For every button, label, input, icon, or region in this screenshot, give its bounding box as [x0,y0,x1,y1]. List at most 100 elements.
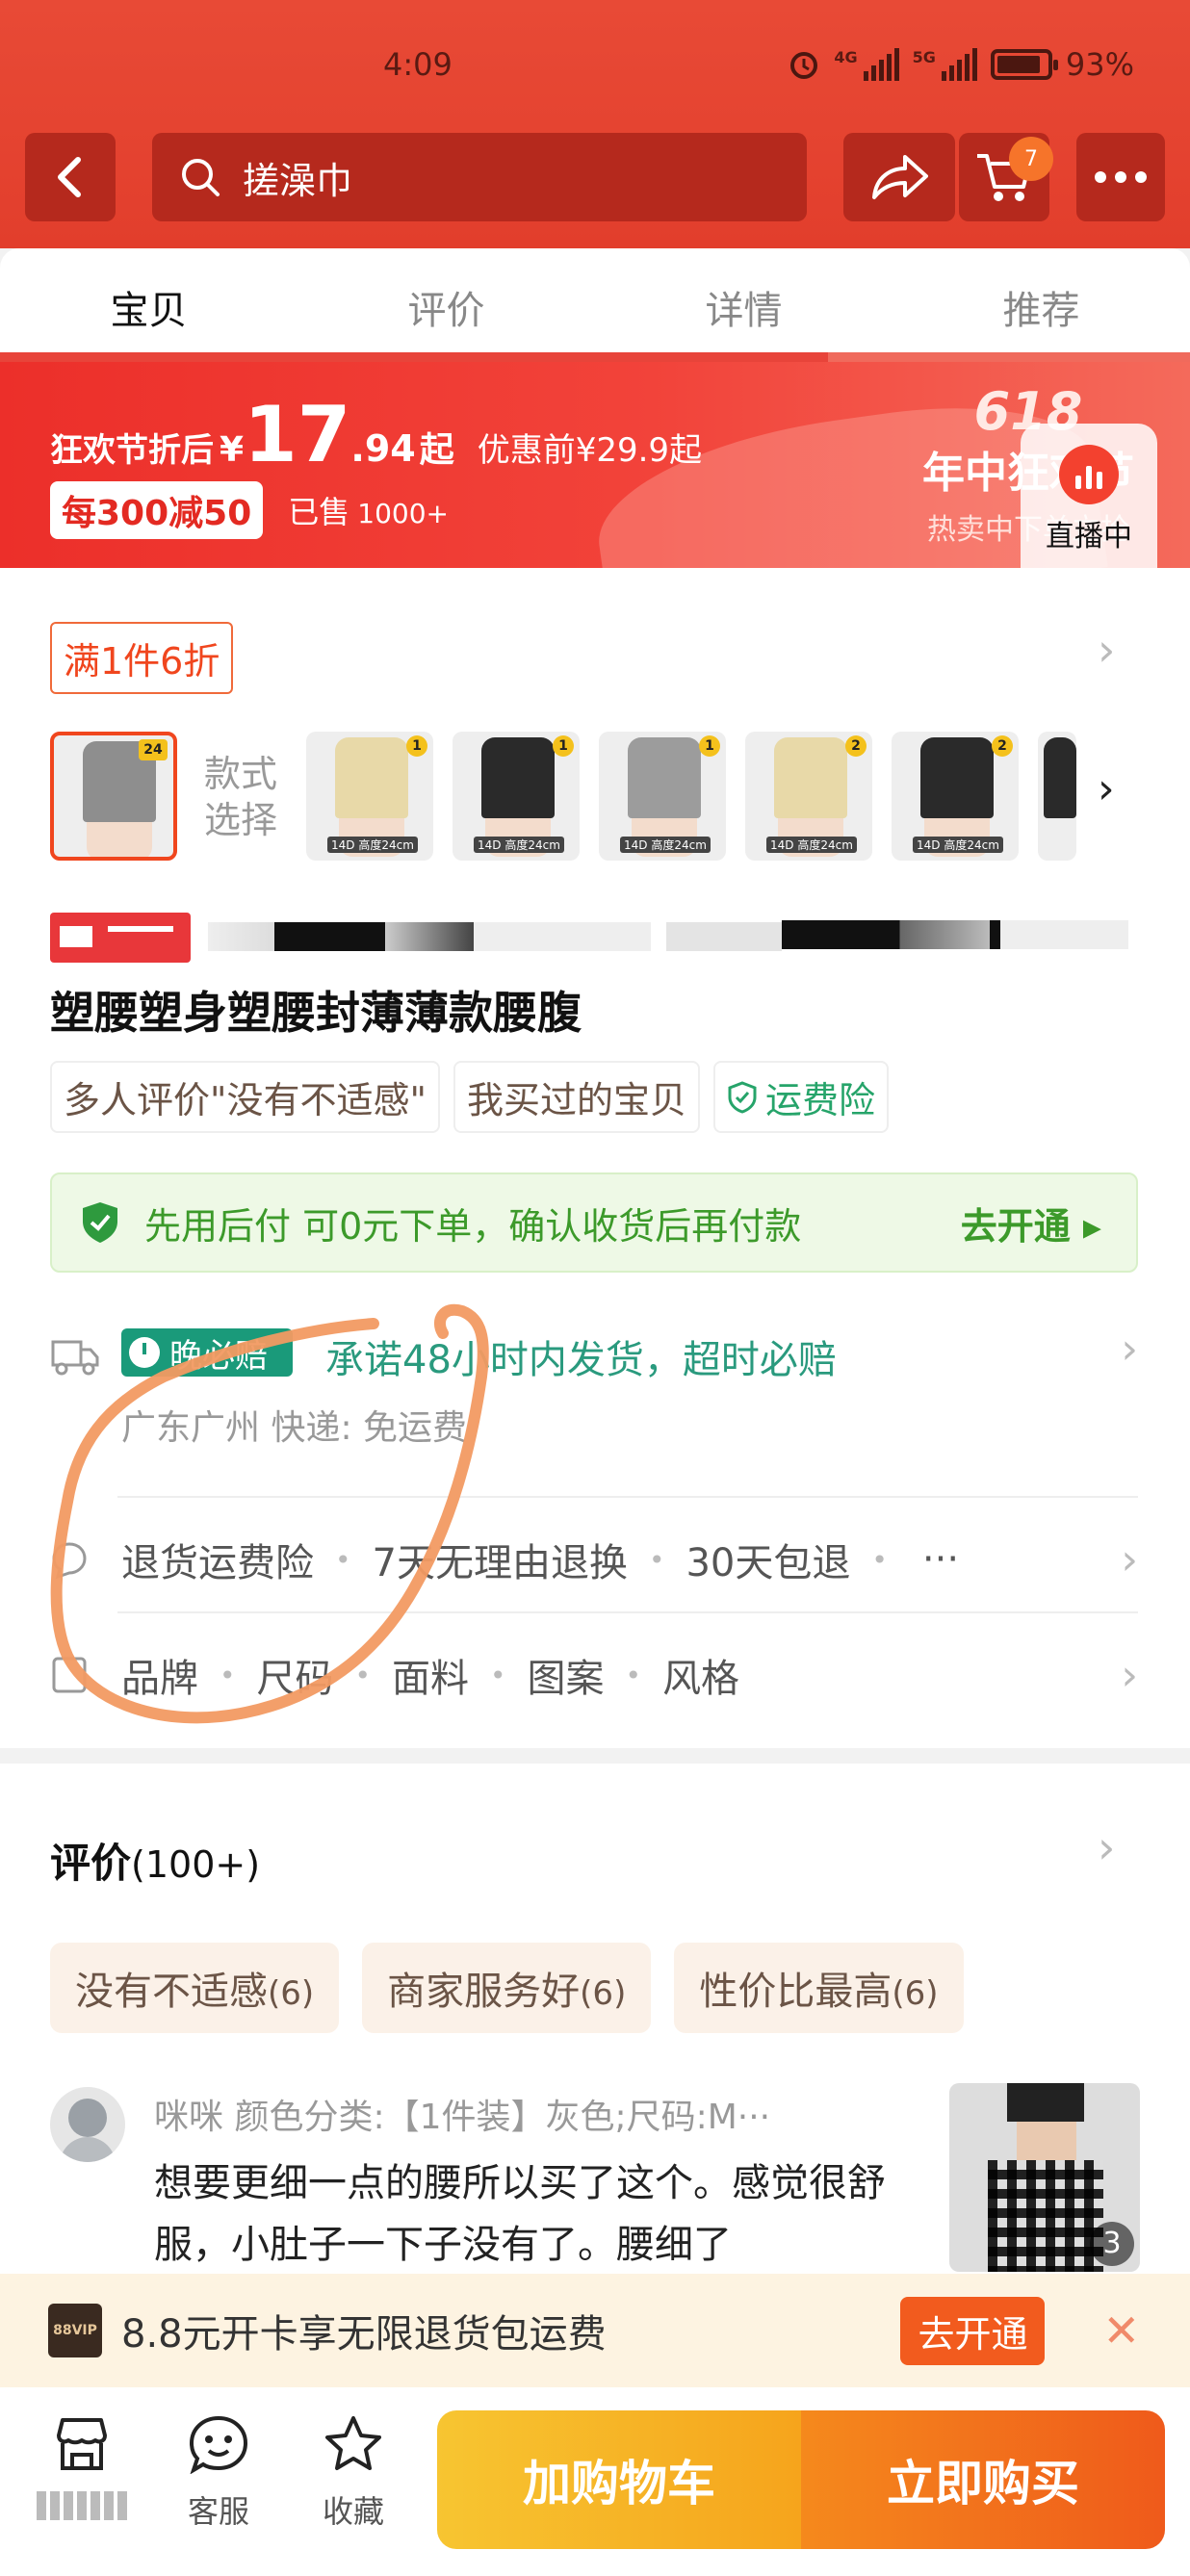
shield-check-icon [728,1080,757,1114]
style-thumb[interactable]: 24 [50,732,177,861]
share-icon [872,155,928,199]
cart-count-badge: 7 [1009,137,1053,181]
search-query: 搓澡巾 [243,159,353,202]
tab-divider [0,352,1190,362]
ship-badge: 晚必赔 [121,1328,293,1377]
coupon-badge[interactable]: 每300减50 [50,481,264,539]
back-arrow-icon [58,157,81,197]
review-image[interactable]: 3 [949,2083,1140,2272]
back-button[interactable] [25,133,116,221]
thumb-number: 1 [406,735,427,757]
chip-bought-before[interactable]: 我买过的宝贝 [453,1061,700,1133]
store-logo [50,913,191,963]
params-row[interactable]: 品牌 • 尺码 • 面料 • 图案 • 风格 › [50,1636,1138,1713]
product-title: 塑腰塑身塑腰封薄薄款腰腹 [50,987,582,1039]
reviews-title[interactable]: 评价(100+) [50,1831,260,1890]
review-image-count: 3 [1090,2222,1134,2266]
style-thumb[interactable]: 2 14D 高度24cm [745,732,872,861]
original-price: 优惠前¥29.9起 [477,431,703,470]
search-bar[interactable]: 搓澡巾 [152,133,807,221]
discount-tag[interactable]: 满1件6折 [50,622,234,694]
promo-price-line: 狂欢节折后 ¥ 17 .94 起 优惠前¥29.9起 [50,397,702,474]
thumb-number: 1 [553,735,574,757]
style-thumb[interactable]: 1 14D 高度24cm [453,732,580,861]
style-select-label[interactable]: 款式选择 [204,751,291,843]
battery-percent: 93% [1065,46,1134,83]
chevron-right-icon: › [1121,1650,1138,1700]
params-icon [50,1655,89,1695]
shipping-row[interactable]: 晚必赔 承诺48小时内发货，超时必赔 广东广州 快递: 免运费 › [50,1325,1138,1463]
chat-face-icon [189,2415,248,2475]
redacted-title-line [50,913,1128,963]
favorite-button[interactable]: 收藏 [300,2414,406,2532]
bottom-bar: 客服 收藏 加购物车 立即购买 [0,2387,1190,2576]
pay-later-banner[interactable]: 先用后付 可0元下单，确认收货后再付款 去开通 ▸ [50,1172,1138,1273]
pay-later-text: 先用后付 可0元下单，确认收货后再付款 [144,1204,802,1248]
price-decimal: .94 [350,427,416,470]
style-thumb-partial[interactable] [1038,732,1076,861]
review-tag[interactable]: 性价比最高(6) [674,1943,964,2033]
more-button[interactable] [1076,133,1165,221]
chip-shipping-insurance[interactable]: 运费险 [712,1061,889,1133]
service-row[interactable]: 退货运费险 • 7天无理由退换 • 30天包退 • ··· › [50,1521,1138,1598]
thumb-caption: 14D 高度24cm [913,837,1003,853]
alarm-icon [790,52,818,79]
chevron-right-icon[interactable]: › [1098,1821,1115,1873]
chip-review-highlight[interactable]: 多人评价"没有不适感" [50,1061,440,1133]
style-thumb[interactable]: 1 14D 高度24cm [599,732,726,861]
review-tag[interactable]: 没有不适感(6) [50,1943,340,2033]
thumb-caption: 14D 高度24cm [327,837,418,853]
service-items: 退货运费险 • 7天无理由退换 • 30天包退 • ··· [121,1537,960,1585]
review-user-line: 咪咪 颜色分类:【1件装】灰色;尺码:M··· [154,2098,771,2137]
thumb-number: 2 [992,735,1013,757]
style-thumb[interactable]: 1 14D 高度24cm [306,732,433,861]
tab-details[interactable]: 详情 [595,248,892,354]
pay-later-cta[interactable]: 去开通 ▸ [961,1197,1101,1249]
ship-promise: 承诺48小时内发货，超时必赔 [325,1338,837,1382]
vip-text: 8.8元开卡享无限退货包运费 [121,2312,607,2357]
buy-now-button[interactable]: 立即购买 [801,2410,1165,2549]
shop-icon [57,2418,107,2470]
add-to-cart-button[interactable]: 加购物车 [437,2410,801,2549]
signal-4g-icon: 4G [834,48,899,81]
status-time: 4:09 [383,46,453,83]
live-bars-icon [1059,445,1119,504]
thumb-caption: 14D 高度24cm [474,837,564,853]
chevron-right-icon[interactable]: › [1098,624,1115,676]
product-card: 满1件6折 › 24 1 14D 高度24cm 1 14D 高度24cm 1 1… [0,568,1190,1748]
tag-chips: 多人评价"没有不适感" 我买过的宝贝 运费险 [50,1061,889,1133]
close-icon[interactable]: ✕ [1102,2305,1140,2357]
favorite-label: 收藏 [322,2493,384,2530]
customer-service-button[interactable]: 客服 [166,2414,272,2532]
chevron-right-icon: › [1121,1534,1138,1584]
share-button[interactable] [843,133,955,221]
price-currency: ¥ [220,430,245,470]
review-text[interactable]: 想要更细一点的腰所以买了这个。感觉很舒服，小肚子一下子没有了。腰细了 [154,2152,924,2276]
promo-coupon-line: 每300减50 已售 1000+ [50,481,449,539]
ship-origin: 广东广州 快递: 免运费 [121,1408,468,1448]
star-icon [325,2416,381,2470]
tab-recommend[interactable]: 推荐 [892,248,1190,354]
search-icon [179,156,221,198]
tab-reviews[interactable]: 评价 [298,248,595,354]
tab-item[interactable]: 宝贝 [0,248,298,354]
thumb-caption: 14D 高度24cm [620,837,711,853]
chevron-right-icon: › [1121,1325,1138,1374]
style-thumb[interactable]: 2 14D 高度24cm [892,732,1019,861]
battery-icon [990,49,1058,80]
vip-logo: 88VIP [48,2304,102,2357]
shop-button[interactable] [29,2414,135,2520]
param-items: 品牌 • 尺码 • 面料 • 图案 • 风格 [121,1657,740,1701]
thumb-number: 1 [699,735,720,757]
price-integer: 17 [244,390,351,479]
signal-5g-icon: 5G [913,48,977,81]
vip-cta-button[interactable]: 去开通 [900,2296,1046,2365]
thumb-number: 2 [845,735,867,757]
service-icon [50,1540,89,1579]
chevron-right-icon[interactable]: › [1098,764,1115,813]
reviews-card: 评价(100+) › 没有不适感(6) 商家服务好(6) 性价比最高(6) 咪咪… [0,1764,1190,2303]
status-icons: 4G 5G 93% [788,46,1134,83]
customer-service-label: 客服 [187,2493,249,2530]
review-tag[interactable]: 商家服务好(6) [362,1943,652,2033]
header: 4:09 4G 5G 93% 搓澡巾 7 [0,0,1190,248]
